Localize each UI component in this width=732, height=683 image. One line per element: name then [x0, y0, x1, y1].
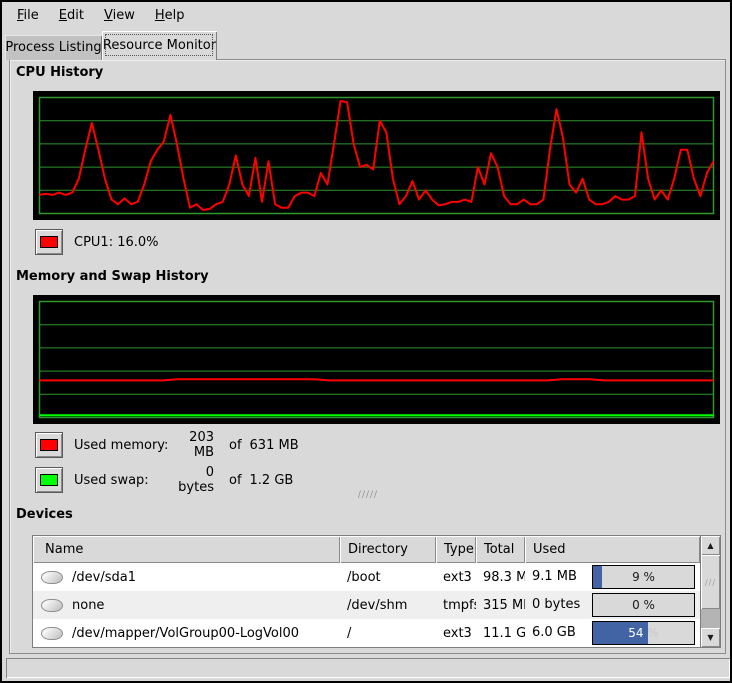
device-type: ext3: [436, 626, 476, 641]
resource-monitor-page: CPU History CPU1: 16.0% Memory and Swap …: [9, 59, 726, 654]
device-row-none[interactable]: none /dev/shm tmpfs 315 MB 0 bytes 0 % 0…: [33, 591, 720, 619]
devices-title: Devices: [16, 507, 73, 522]
usage-progressbar: 0 % 0 %: [592, 593, 695, 617]
statusbar: [6, 658, 730, 678]
used-swap-total: 1.2 GB: [250, 473, 294, 488]
device-directory: /boot: [340, 570, 436, 585]
column-header-used[interactable]: Used: [525, 536, 700, 563]
scrollbar-thumb[interactable]: ∕∕∕: [701, 555, 720, 609]
used-swap-label: Used swap:: [74, 473, 172, 488]
usage-progress-fill: 9 %: [593, 566, 602, 588]
scroll-down-button[interactable]: ▼: [701, 628, 720, 647]
devices-table-header: Name Directory Type Total Used: [33, 536, 720, 563]
column-header-total[interactable]: Total: [476, 536, 525, 563]
device-total: 11.1 GB: [476, 626, 525, 641]
arrow-up-icon: ▲: [707, 541, 713, 550]
pane-resize-grip[interactable]: ∕∕∕∕∕: [348, 490, 388, 502]
column-header-type[interactable]: Type: [436, 536, 476, 563]
used-memory-of: of: [229, 438, 242, 453]
tab-process-listing-label: Process Listing: [5, 40, 101, 55]
device-type: tmpfs: [436, 598, 476, 613]
used-swap-color-swatch: [40, 474, 58, 486]
used-memory-color-button[interactable]: [35, 432, 63, 458]
tab-resource-monitor[interactable]: Resource Monitor: [102, 31, 217, 60]
usage-progressbar: 9 % 9 %: [592, 565, 695, 589]
used-swap-of: of: [229, 473, 242, 488]
device-total: 98.3 MB: [476, 570, 525, 585]
device-name: /dev/mapper/VolGroup00-LogVol00: [72, 626, 299, 641]
memory-swap-title: Memory and Swap History: [16, 269, 209, 284]
cpu-history-graph: [33, 91, 720, 220]
cpu1-legend-label: CPU1: 16.0%: [74, 235, 159, 250]
system-monitor-window: File Edit View Help Process Listing Reso…: [0, 0, 732, 683]
menu-edit[interactable]: Edit: [49, 5, 94, 26]
cpu1-color-button[interactable]: [35, 229, 63, 255]
scroll-up-button[interactable]: ▲: [701, 536, 720, 555]
menubar: File Edit View Help: [4, 2, 730, 29]
device-used: 0 bytes: [532, 597, 580, 612]
device-name: /dev/sda1: [72, 570, 136, 585]
device-row-sda1[interactable]: /dev/sda1 /boot ext3 98.3 MB 9.1 MB 9 % …: [33, 563, 720, 591]
column-header-name[interactable]: Name: [33, 536, 340, 563]
device-total: 315 MB: [476, 598, 525, 613]
column-header-directory[interactable]: Directory: [340, 536, 436, 563]
thumb-grip-icon: ∕∕∕: [705, 578, 716, 587]
cpu-history-title: CPU History: [16, 65, 103, 80]
device-name: none: [72, 598, 104, 613]
device-type: ext3: [436, 570, 476, 585]
memory-swap-graph: [33, 295, 720, 424]
cpu-legend-row: CPU1: 16.0%: [35, 229, 159, 255]
usage-percent-label: 0 %: [593, 594, 694, 616]
usage-progress-fill: 54 %: [593, 622, 648, 644]
harddisk-icon: [41, 627, 63, 640]
used-swap-color-button[interactable]: [35, 467, 63, 493]
tab-resource-monitor-label: Resource Monitor: [103, 38, 216, 53]
device-directory: /dev/shm: [340, 598, 436, 613]
menu-file[interactable]: File: [7, 5, 49, 26]
used-swap-value: 0 bytes: [172, 465, 214, 495]
used-memory-color-swatch: [40, 439, 58, 451]
devices-vertical-scrollbar[interactable]: ▲ ∕∕∕ ▼: [700, 536, 720, 647]
menu-view[interactable]: View: [94, 5, 145, 26]
usage-progressbar: 54 % 54 %: [592, 621, 695, 645]
used-memory-legend-row: Used memory: 203 MB of 631 MB: [35, 432, 299, 458]
device-directory: /: [340, 626, 436, 641]
device-row-volgroup[interactable]: /dev/mapper/VolGroup00-LogVol00 / ext3 1…: [33, 619, 720, 647]
harddisk-icon: [41, 599, 63, 612]
device-used: 6.0 GB: [532, 625, 576, 640]
used-memory-label: Used memory:: [74, 438, 172, 453]
devices-table: Name Directory Type Total Used /dev/sda1…: [32, 535, 721, 648]
device-used: 9.1 MB: [532, 569, 577, 584]
used-memory-total: 631 MB: [250, 438, 299, 453]
harddisk-icon: [41, 571, 63, 584]
used-swap-legend-row: Used swap: 0 bytes of 1.2 GB: [35, 467, 293, 493]
menu-help[interactable]: Help: [145, 5, 195, 26]
arrow-down-icon: ▼: [707, 633, 713, 642]
usage-percent-label: 9 %: [593, 566, 694, 588]
cpu1-color-swatch: [40, 236, 58, 248]
tab-process-listing[interactable]: Process Listing: [5, 35, 102, 60]
used-memory-value: 203 MB: [172, 430, 214, 460]
